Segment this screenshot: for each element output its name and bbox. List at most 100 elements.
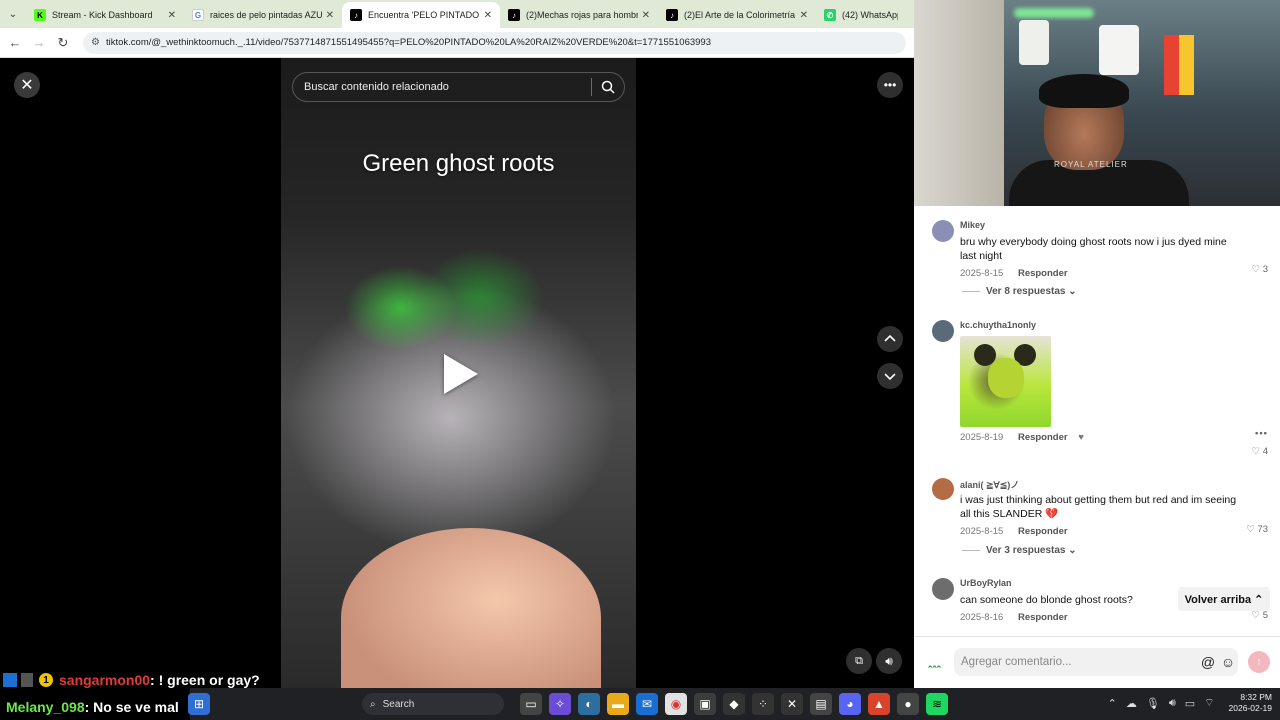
copilot-icon[interactable]: ✧ (549, 693, 571, 715)
close-tab-icon[interactable]: ✕ (326, 10, 334, 21)
comment-username[interactable]: kc.chuytha1nonly (960, 320, 1240, 332)
more-options-button[interactable]: ••• (877, 72, 903, 98)
tab-whatsapp[interactable]: ✆ (42) WhatsApp (816, 2, 906, 28)
mention-icon[interactable]: @ (1198, 654, 1218, 670)
close-tab-icon[interactable]: ✕ (484, 10, 492, 21)
close-tab-icon[interactable]: ✕ (800, 10, 808, 21)
back-to-top-button[interactable]: Volver arriba ⌃ (1178, 587, 1270, 611)
close-tab-icon[interactable]: ✕ (642, 10, 650, 21)
tiktok-favicon-icon: ♪ (666, 9, 678, 21)
reply-button[interactable]: Responder (1018, 432, 1068, 443)
forward-arrow-icon[interactable]: → (27, 35, 51, 50)
chevron-up-icon (884, 334, 896, 342)
related-search-box[interactable] (292, 72, 625, 102)
tab-google-search[interactable]: G raices de pelo pintadas AZUL - ✕ (184, 2, 342, 28)
avatar[interactable] (932, 578, 954, 600)
reload-icon[interactable]: ↻ (51, 35, 75, 51)
webcam-jersey (1099, 25, 1139, 75)
chevron-up-icon[interactable]: ⌃ (1108, 697, 1117, 710)
obs-icon[interactable]: ◆ (723, 693, 745, 715)
avatar[interactable] (932, 220, 954, 242)
image-figure (988, 358, 1024, 398)
comment-image[interactable] (960, 336, 1051, 427)
badge-icon (21, 673, 33, 687)
windows-start-icon[interactable]: ⊞ (188, 693, 210, 715)
taskbar-clock[interactable]: 8:32 PM 2026-02-19 (1229, 692, 1272, 714)
clock-time: 8:32 PM (1240, 692, 1272, 702)
speaker-icon[interactable]: 🔊︎ (1169, 697, 1176, 710)
emote-icon[interactable]: ꞈꞈꞈ (928, 653, 941, 668)
tab-tiktok-active[interactable]: ♪ Encuentra 'PELO PINTADO LA R ✕ (342, 2, 500, 28)
reply-button[interactable]: Responder (1018, 526, 1068, 537)
like-button[interactable]: ♡ 3 (1252, 264, 1268, 275)
notes-icon[interactable]: ▤ (810, 693, 832, 715)
play-icon[interactable] (444, 354, 478, 394)
url-text: tiktok.com/@_wethinktoomuch._.11/video/7… (105, 37, 711, 48)
streaming-app-icon[interactable]: ● (897, 693, 919, 715)
search-icon[interactable] (592, 80, 624, 94)
spotify-icon[interactable]: ≋ (926, 693, 948, 715)
task-view-icon[interactable]: ▭ (520, 693, 542, 715)
clock-date: 2026-02-19 (1228, 703, 1272, 713)
comment-meta: 2025-8-15 Responder (960, 268, 1240, 279)
url-field[interactable]: ⚙ tiktok.com/@_wethinktoomuch._.11/video… (83, 31, 906, 54)
like-button[interactable]: ♡ 5 (1252, 610, 1268, 621)
comment-body: kc.chuytha1nonly 2025-8-19 Responder ♥ (960, 320, 1240, 443)
reply-button[interactable]: Responder (1018, 268, 1068, 279)
google-favicon-icon: G (192, 9, 204, 21)
wifi-icon[interactable]: ⌔ (1204, 696, 1214, 710)
picture-in-picture-button[interactable]: ⧉ (846, 648, 872, 674)
close-viewer-button[interactable]: ✕ (14, 72, 40, 98)
tab-tiktok-colorimetria[interactable]: ♪ (2)El Arte de la Colorimetría en ✕ (658, 2, 816, 28)
tab-kick-dashboard[interactable]: K Stream - Kick Dashboard ✕ (26, 2, 184, 28)
outlook-icon[interactable]: ✉ (636, 693, 658, 715)
comment-more-icon[interactable]: ••• (1255, 428, 1268, 439)
send-comment-button[interactable]: ↑ (1248, 651, 1270, 673)
back-arrow-icon[interactable]: ← (3, 35, 27, 50)
chrome-icon[interactable]: ◉ (665, 693, 687, 715)
discord-icon[interactable]: ◕ (839, 693, 861, 715)
view-replies-button[interactable]: Ver 8 respuestas ⌄ (962, 286, 1077, 297)
chat-username: sangarmon00 (59, 672, 151, 688)
emoji-icon[interactable]: ☺ (1218, 654, 1238, 670)
like-button[interactable]: ♡ 73 (1246, 524, 1268, 535)
file-explorer-icon[interactable]: ▬ (607, 693, 629, 715)
tab-search-chevron-icon[interactable]: ⌄ (0, 0, 26, 28)
tab-tiktok-mechas[interactable]: ♪ (2)Mechas rojas para hombres: ✕ (500, 2, 658, 28)
brave-icon[interactable]: ▲ (868, 693, 890, 715)
close-tab-icon[interactable]: ✕ (168, 10, 176, 21)
tab-title: (2)Mechas rojas para hombres: (526, 10, 638, 20)
like-button[interactable]: ♡ 4 (1252, 446, 1268, 457)
battery-icon[interactable]: ▭ (1185, 697, 1195, 710)
site-info-icon[interactable]: ⚙ (91, 37, 100, 48)
comment-input[interactable] (961, 656, 1198, 668)
next-video-button[interactable] (877, 363, 903, 389)
comment-username[interactable]: alani( ≧∀≦)ノ (960, 478, 1240, 490)
more-dots-icon: ••• (883, 78, 897, 92)
edge-icon[interactable]: ◐ (578, 693, 600, 715)
network-icon[interactable]: ☁ (1126, 697, 1137, 710)
app-grid-icon[interactable]: ⁘ (752, 693, 774, 715)
taskbar-search[interactable]: ⌕ Search (362, 693, 504, 715)
comment-body: alani( ≧∀≦)ノ i was just thinking about g… (960, 478, 1240, 537)
stream-chat-message: 1 sangarmon00 : ! green or gay? (0, 670, 266, 690)
microphone-icon[interactable]: 🎙︎ (1146, 697, 1160, 710)
like-count: 3 (1262, 264, 1268, 275)
previous-video-button[interactable] (877, 326, 903, 352)
store-icon[interactable]: ▣ (694, 693, 716, 715)
comment-input-box[interactable]: @ ☺ (954, 648, 1238, 676)
comment-meta: 2025-8-16 Responder (960, 612, 1240, 623)
pinned-apps: ▭ ✧ ◐ ▬ ✉ ◉ ▣ ◆ ⁘ ✕ ▤ ◕ ▲ ● ≋ (520, 693, 955, 715)
view-replies-button[interactable]: Ver 3 respuestas ⌄ (962, 545, 1077, 556)
volume-button[interactable]: 🔊︎ (876, 648, 902, 674)
like-count: 4 (1262, 446, 1268, 457)
avatar[interactable] (932, 478, 954, 500)
avatar[interactable] (932, 320, 954, 342)
tab-title: Encuentra 'PELO PINTADO LA R (368, 10, 480, 20)
capcut-icon[interactable]: ✕ (781, 693, 803, 715)
reply-button[interactable]: Responder (1018, 612, 1068, 623)
streamer-figure (1009, 74, 1189, 206)
comment-username[interactable]: Mikey (960, 220, 1240, 232)
related-search-input[interactable] (293, 81, 591, 93)
close-icon: ✕ (20, 77, 34, 94)
